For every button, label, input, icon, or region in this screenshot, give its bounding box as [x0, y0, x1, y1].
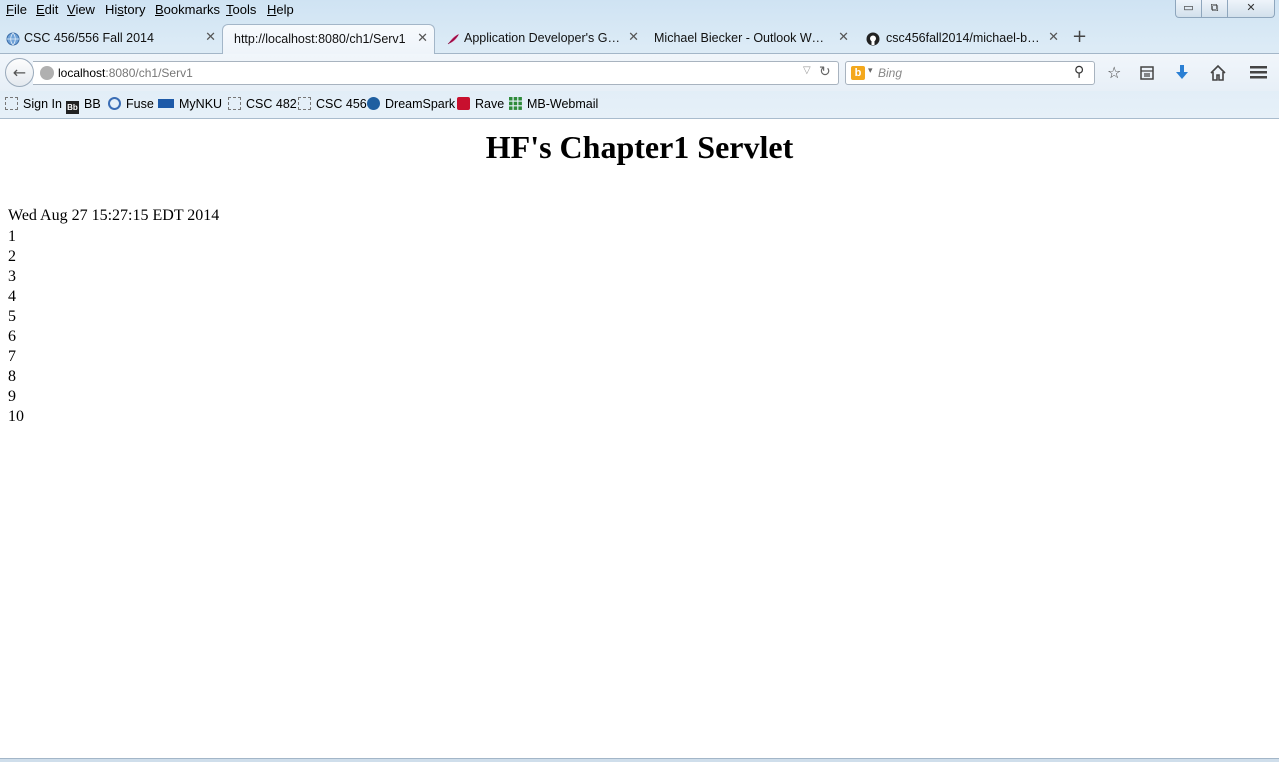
reading-list-icon[interactable]: [1139, 65, 1155, 81]
minimize-button[interactable]: ▭: [1175, 0, 1202, 18]
count-line: 8: [8, 368, 16, 385]
reload-icon[interactable]: ↻: [819, 64, 831, 80]
history-dropdown-icon[interactable]: ▽: [803, 65, 811, 76]
count-line: 7: [8, 348, 16, 365]
fuse-icon: [108, 97, 121, 110]
page-icon: [5, 97, 18, 110]
tab-label: csc456fall2014/michael-bie...: [886, 31, 1041, 45]
menu-tools[interactable]: Tools: [226, 2, 256, 17]
count-line: 4: [8, 288, 16, 305]
page-content: HF's Chapter1 Servlet Wed Aug 27 15:27:1…: [0, 119, 1279, 758]
url-text[interactable]: localhost:8080/ch1/Serv1: [58, 66, 193, 80]
browser-chrome: File Edit View History Bookmarks Tools H…: [0, 0, 1279, 119]
tab-csc456[interactable]: CSC 456/556 Fall 2014 ✕: [0, 24, 222, 53]
search-bar[interactable]: b ▾ ⚲: [845, 61, 1095, 85]
download-icon[interactable]: [1174, 64, 1190, 82]
restore-button[interactable]: ⧉: [1201, 0, 1228, 18]
menu-bookmarks[interactable]: Bookmarks: [155, 2, 220, 17]
sap-icon: [158, 99, 174, 108]
bookmark-mynku[interactable]: MyNKU: [158, 97, 222, 111]
webmail-icon: [509, 97, 522, 110]
page-title: HF's Chapter1 Servlet: [485, 129, 794, 165]
menu-history[interactable]: History: [105, 2, 145, 17]
menu-edit[interactable]: Edit: [36, 2, 58, 17]
page-icon: [228, 97, 241, 110]
tab-app-dev-guide[interactable]: Application Developer's Gu... ✕: [440, 24, 645, 53]
menu-bar: File Edit View History Bookmarks Tools H…: [0, 0, 1279, 20]
navigation-bar: localhost:8080/ch1/Serv1 ▽ ↻ ← b ▾ ⚲ ☆: [0, 53, 1279, 91]
star-icon[interactable]: ☆: [1107, 63, 1121, 83]
new-tab-button[interactable]: +: [1072, 25, 1087, 49]
bookmarks-toolbar: Sign In Bb BB Fuse MyNKU CSC 482 CSC 456 …: [0, 92, 1279, 118]
count-line: 2: [8, 248, 16, 265]
home-icon[interactable]: [1209, 64, 1227, 82]
tab-label: CSC 456/556 Fall 2014: [24, 31, 154, 45]
bookmark-csc482[interactable]: CSC 482: [228, 97, 297, 111]
menu-file[interactable]: File: [6, 2, 27, 17]
tab-close-icon[interactable]: ✕: [838, 24, 849, 52]
bookmark-mb-webmail[interactable]: MB-Webmail: [509, 97, 598, 111]
site-identity-icon[interactable]: [40, 66, 54, 80]
search-icon[interactable]: ⚲: [1074, 64, 1084, 80]
engine-dropdown-icon[interactable]: ▾: [868, 66, 873, 76]
close-window-button[interactable]: ✕: [1227, 0, 1275, 18]
tab-outlook[interactable]: Michael Biecker - Outlook Web... ✕: [645, 24, 855, 53]
bookmark-dreamspark[interactable]: DreamSpark: [367, 97, 455, 111]
back-button[interactable]: ←: [5, 58, 34, 87]
tab-close-icon[interactable]: ✕: [628, 24, 639, 52]
bookmark-rave[interactable]: Rave: [457, 97, 504, 111]
bing-icon[interactable]: b: [851, 66, 865, 80]
count-list: 1 2 3 4 5 6 7 8 9 10: [8, 227, 24, 427]
feather-icon: [447, 34, 459, 45]
tab-label: Michael Biecker - Outlook Web...: [654, 31, 830, 45]
menu-help[interactable]: Help: [267, 2, 294, 17]
tab-close-icon[interactable]: ✕: [205, 24, 216, 52]
bookmark-sign-in[interactable]: Sign In: [5, 97, 62, 111]
back-arrow-icon: ←: [12, 63, 27, 82]
tab-close-icon[interactable]: ✕: [1048, 24, 1059, 52]
bookmark-csc456[interactable]: CSC 456: [298, 97, 367, 111]
window-bottom-frame: [0, 758, 1279, 762]
count-line: 6: [8, 328, 16, 345]
url-bar[interactable]: localhost:8080/ch1/Serv1 ▽ ↻: [33, 61, 839, 85]
count-line: 9: [8, 388, 16, 405]
count-line: 10: [8, 408, 24, 425]
page-date: Wed Aug 27 15:27:15 EDT 2014: [8, 207, 220, 224]
count-line: 5: [8, 308, 16, 325]
bookmark-fuse[interactable]: Fuse: [108, 97, 154, 111]
tab-label: Application Developer's Gu...: [464, 31, 624, 45]
tab-serv1[interactable]: http://localhost:8080/ch1/Serv1 ✕: [222, 24, 435, 54]
github-icon: [866, 32, 880, 46]
tab-github[interactable]: csc456fall2014/michael-bie... ✕: [860, 24, 1065, 53]
tab-label: http://localhost:8080/ch1/Serv1: [234, 32, 406, 46]
tab-strip: CSC 456/556 Fall 2014 ✕ http://localhost…: [0, 22, 1279, 54]
menu-view[interactable]: View: [67, 2, 95, 17]
bookmark-bb[interactable]: Bb BB: [66, 97, 101, 114]
page-icon: [298, 97, 311, 110]
count-line: 3: [8, 268, 16, 285]
count-line: 1: [8, 228, 16, 245]
rave-icon: [457, 97, 470, 110]
globe-icon: [6, 32, 20, 46]
menu-icon[interactable]: [1250, 65, 1267, 80]
tab-close-icon[interactable]: ✕: [417, 25, 428, 53]
blackboard-icon: Bb: [66, 101, 79, 114]
search-input[interactable]: [878, 65, 1068, 81]
dreamspark-icon: [367, 97, 380, 110]
